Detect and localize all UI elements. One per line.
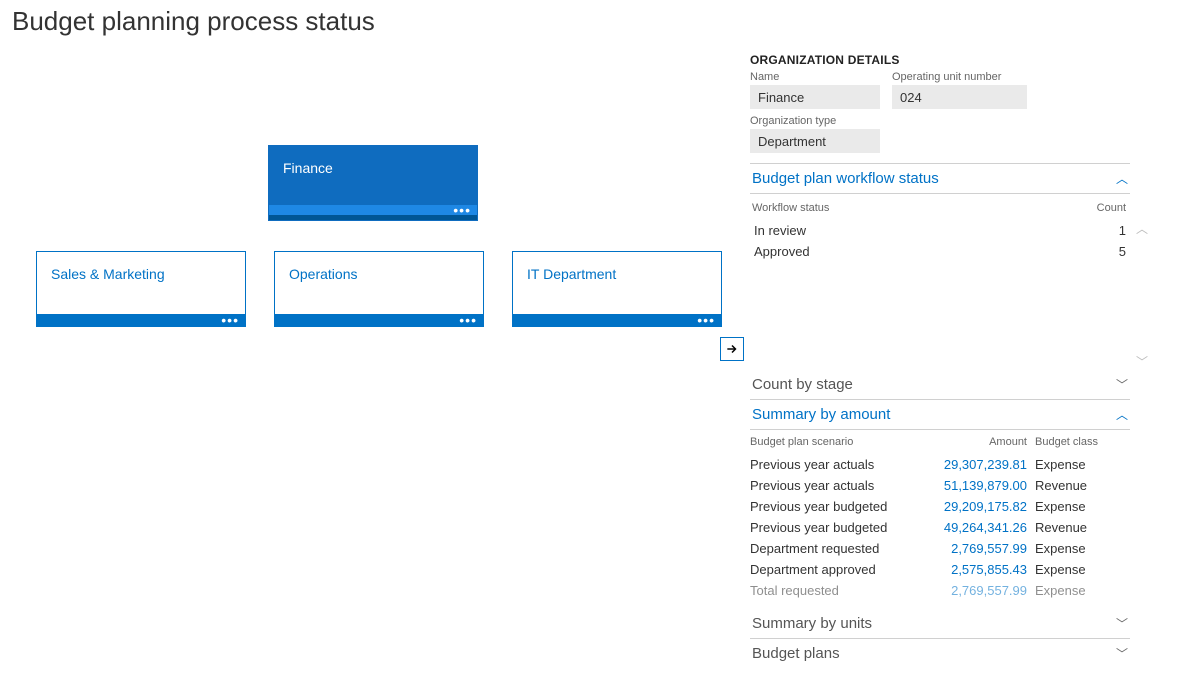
cell-scenario: Department approved [750, 562, 940, 577]
org-tile-sales-marketing[interactable]: Sales & Marketing ••• [36, 251, 246, 327]
more-icon[interactable]: ••• [221, 318, 239, 322]
workflow-status-table: Workflow status Count In review 1 Approv… [750, 200, 1130, 370]
more-icon[interactable]: ••• [453, 208, 471, 212]
field-org-type: Organization type Department [750, 115, 880, 153]
section-header-workflow-status[interactable]: Budget plan workflow status ︿ [750, 164, 1130, 194]
tile-footer: ••• [37, 314, 245, 326]
cell-scenario: Previous year budgeted [750, 499, 940, 514]
field-label: Organization type [750, 115, 880, 127]
tile-footer [269, 215, 477, 220]
chevron-up-icon: ︿ [1116, 406, 1128, 423]
cell-scenario: Previous year actuals [750, 478, 940, 493]
cell-class: Revenue [1035, 520, 1115, 535]
cell-amount[interactable]: 2,769,557.99 [940, 541, 1035, 556]
section-header-summary-by-amount[interactable]: Summary by amount ︿ [750, 400, 1130, 430]
col-header-amount: Amount [940, 436, 1035, 448]
section-title: Summary by amount [752, 406, 890, 423]
more-icon[interactable]: ••• [697, 318, 715, 322]
table-row[interactable]: Department requested 2,769,557.99 Expens… [750, 538, 1130, 559]
cell-scenario: Previous year actuals [750, 457, 940, 472]
table-row[interactable]: Previous year actuals 29,307,239.81 Expe… [750, 454, 1130, 475]
cell-amount[interactable]: 2,575,855.43 [940, 562, 1035, 577]
section-title-org-details: ORGANIZATION DETAILS [750, 53, 1130, 67]
field-value-type[interactable]: Department [750, 129, 880, 153]
cell-amount[interactable]: 2,769,557.99 [940, 583, 1035, 598]
org-tile-label: IT Department [513, 252, 721, 296]
org-tile-finance[interactable]: Finance ••• [268, 145, 478, 221]
chevron-down-icon: ﹀ [1116, 645, 1128, 662]
cell-class: Revenue [1035, 478, 1115, 493]
cell-amount[interactable]: 49,264,341.26 [940, 520, 1035, 535]
chevron-down-icon: ﹀ [1116, 376, 1128, 393]
table-row[interactable]: Previous year budgeted 29,209,175.82 Exp… [750, 496, 1130, 517]
chevron-down-icon: ﹀ [1116, 615, 1128, 632]
tile-footer: ••• [513, 314, 721, 326]
cell-count: 1 [1119, 223, 1126, 238]
table-row[interactable]: In review 1 [752, 220, 1128, 241]
col-header-scenario: Budget plan scenario [750, 436, 940, 448]
cell-amount[interactable]: 29,307,239.81 [940, 457, 1035, 472]
cell-status: Approved [754, 244, 810, 259]
chevron-up-icon: ︿ [1136, 220, 1148, 237]
cell-scenario: Total requested [750, 583, 940, 598]
cell-class: Expense [1035, 541, 1115, 556]
table-row[interactable]: Previous year actuals 51,139,879.00 Reve… [750, 475, 1130, 496]
tile-footer-stripe: ••• [269, 205, 477, 215]
field-name: Name Finance [750, 71, 880, 109]
cell-scenario: Department requested [750, 541, 940, 556]
field-label: Name [750, 71, 880, 83]
field-operating-unit: Operating unit number 024 [892, 71, 1027, 109]
scrollbar-hint[interactable]: ︿ ﹀ [1134, 220, 1150, 370]
cell-count: 5 [1119, 244, 1126, 259]
field-value-name[interactable]: Finance [750, 85, 880, 109]
field-label: Operating unit number [892, 71, 1027, 83]
section-header-budget-plans[interactable]: Budget plans ﹀ [750, 639, 1130, 668]
section-title: Budget plan workflow status [752, 170, 939, 187]
table-row[interactable]: Total requested 2,769,557.99 Expense [750, 580, 1130, 601]
org-tile-label: Sales & Marketing [37, 252, 245, 296]
next-page-button[interactable] [720, 337, 744, 361]
org-tile-label: Operations [275, 252, 483, 296]
org-tile-it-department[interactable]: IT Department ••• [512, 251, 722, 327]
cell-class: Expense [1035, 457, 1115, 472]
cell-amount[interactable]: 51,139,879.00 [940, 478, 1035, 493]
org-tile-operations[interactable]: Operations ••• [274, 251, 484, 327]
arrow-right-icon [725, 342, 739, 356]
section-title: Count by stage [752, 376, 853, 393]
page-title: Budget planning process status [0, 0, 1185, 45]
col-header-count: Count [1097, 202, 1126, 214]
cell-status: In review [754, 223, 806, 238]
hierarchy-panel: Finance ••• Sales & Marketing ••• Operat… [0, 45, 750, 327]
chevron-up-icon: ︿ [1116, 170, 1128, 187]
section-title: Budget plans [752, 645, 840, 662]
section-title: Summary by units [752, 615, 872, 632]
cell-amount[interactable]: 29,209,175.82 [940, 499, 1035, 514]
table-row[interactable]: Previous year budgeted 49,264,341.26 Rev… [750, 517, 1130, 538]
chevron-down-icon: ﹀ [1136, 353, 1148, 370]
table-row[interactable]: Approved 5 [752, 241, 1128, 262]
summary-amount-table: Budget plan scenario Amount Budget class… [750, 434, 1130, 609]
field-value-unit[interactable]: 024 [892, 85, 1027, 109]
section-header-count-by-stage[interactable]: Count by stage ﹀ [750, 370, 1130, 400]
cell-class: Expense [1035, 562, 1115, 577]
cell-class: Expense [1035, 499, 1115, 514]
section-header-summary-by-units[interactable]: Summary by units ﹀ [750, 609, 1130, 639]
more-icon[interactable]: ••• [459, 318, 477, 322]
tile-footer: ••• [275, 314, 483, 326]
details-panel: ORGANIZATION DETAILS Name Finance Operat… [750, 45, 1160, 668]
col-header-status: Workflow status [752, 202, 829, 214]
cell-scenario: Previous year budgeted [750, 520, 940, 535]
col-header-class: Budget class [1035, 436, 1115, 448]
cell-class: Expense [1035, 583, 1115, 598]
org-tile-label: Finance [269, 146, 477, 190]
table-row[interactable]: Department approved 2,575,855.43 Expense [750, 559, 1130, 580]
